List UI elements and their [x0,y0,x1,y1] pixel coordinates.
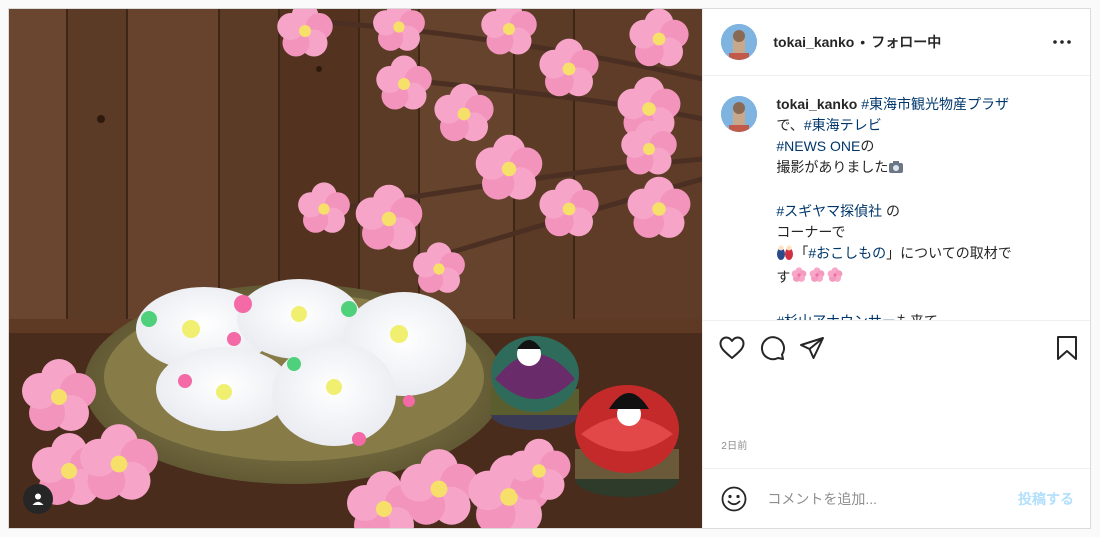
post-timestamp[interactable]: 2日前 [703,437,1090,468]
blossom-emoji-icon [826,266,844,290]
action-bar [703,321,1090,375]
user-icon [32,493,44,505]
camera-emoji-icon [888,159,904,180]
okoshimono-photo [9,9,703,528]
blossom-emoji-icon [790,266,808,290]
caption-fragment: 「 [794,245,809,261]
post-card: tokai_kanko • フォロー中 tokai_kanko #東海市観光物産… [8,8,1091,529]
comment-bubble-icon [761,336,786,361]
more-icon [1053,40,1071,44]
dolls-emoji-icon [776,244,794,266]
heart-icon [719,336,745,359]
caption-fragment: も来て [895,313,938,321]
share-button[interactable] [799,328,839,368]
hashtag-link[interactable]: #NEWS ONE [776,138,860,154]
hashtag-link[interactable]: #スギヤマ探偵社 [776,203,882,219]
caption-fragment: で、 [776,117,804,133]
hashtag-link[interactable]: #東海テレビ [804,117,882,133]
post-image[interactable] [9,9,703,528]
following-button[interactable]: フォロー中 [871,32,941,52]
comment-input[interactable] [767,490,1018,507]
mascot-avatar-icon [721,24,758,60]
avatar[interactable] [721,24,758,60]
tagged-users-button[interactable] [23,484,53,514]
hashtag-link[interactable]: #東海市観光物産プラザ [861,96,1009,112]
like-button[interactable] [719,328,759,368]
caption-scroll-area[interactable]: tokai_kanko #東海市観光物産プラザ で、#東海テレビ #NEWS O… [703,76,1090,321]
comment-form: 投稿する [703,468,1090,528]
hashtag-link[interactable]: #杉山アナウンサー [776,313,896,320]
emoji-picker-button[interactable] [721,485,749,513]
post-comment-button[interactable]: 投稿する [1018,489,1074,509]
comment-button[interactable] [759,328,799,368]
likes-section [703,375,1090,437]
save-button[interactable] [1038,328,1078,368]
bookmark-icon [1057,336,1077,360]
caption-username[interactable]: tokai_kanko [776,96,857,112]
caption: tokai_kanko #東海市観光物産プラザ で、#東海テレビ #NEWS O… [721,94,1074,321]
post-sidebar: tokai_kanko • フォロー中 tokai_kanko #東海市観光物産… [702,9,1090,528]
smiley-icon [721,486,747,511]
post-author-username[interactable]: tokai_kanko [773,34,854,50]
hashtag-link[interactable]: #おこしもの [808,245,886,261]
caption-text: tokai_kanko #東海市観光物産プラザ で、#東海テレビ #NEWS O… [776,94,1066,321]
separator-dot: • [860,34,866,50]
paper-plane-icon [800,337,825,359]
post-header: tokai_kanko • フォロー中 [703,9,1090,76]
mascot-avatar-icon [721,96,758,132]
caption-avatar[interactable] [721,96,758,132]
more-options-button[interactable] [1050,30,1074,54]
blossom-emoji-icon [808,266,826,290]
